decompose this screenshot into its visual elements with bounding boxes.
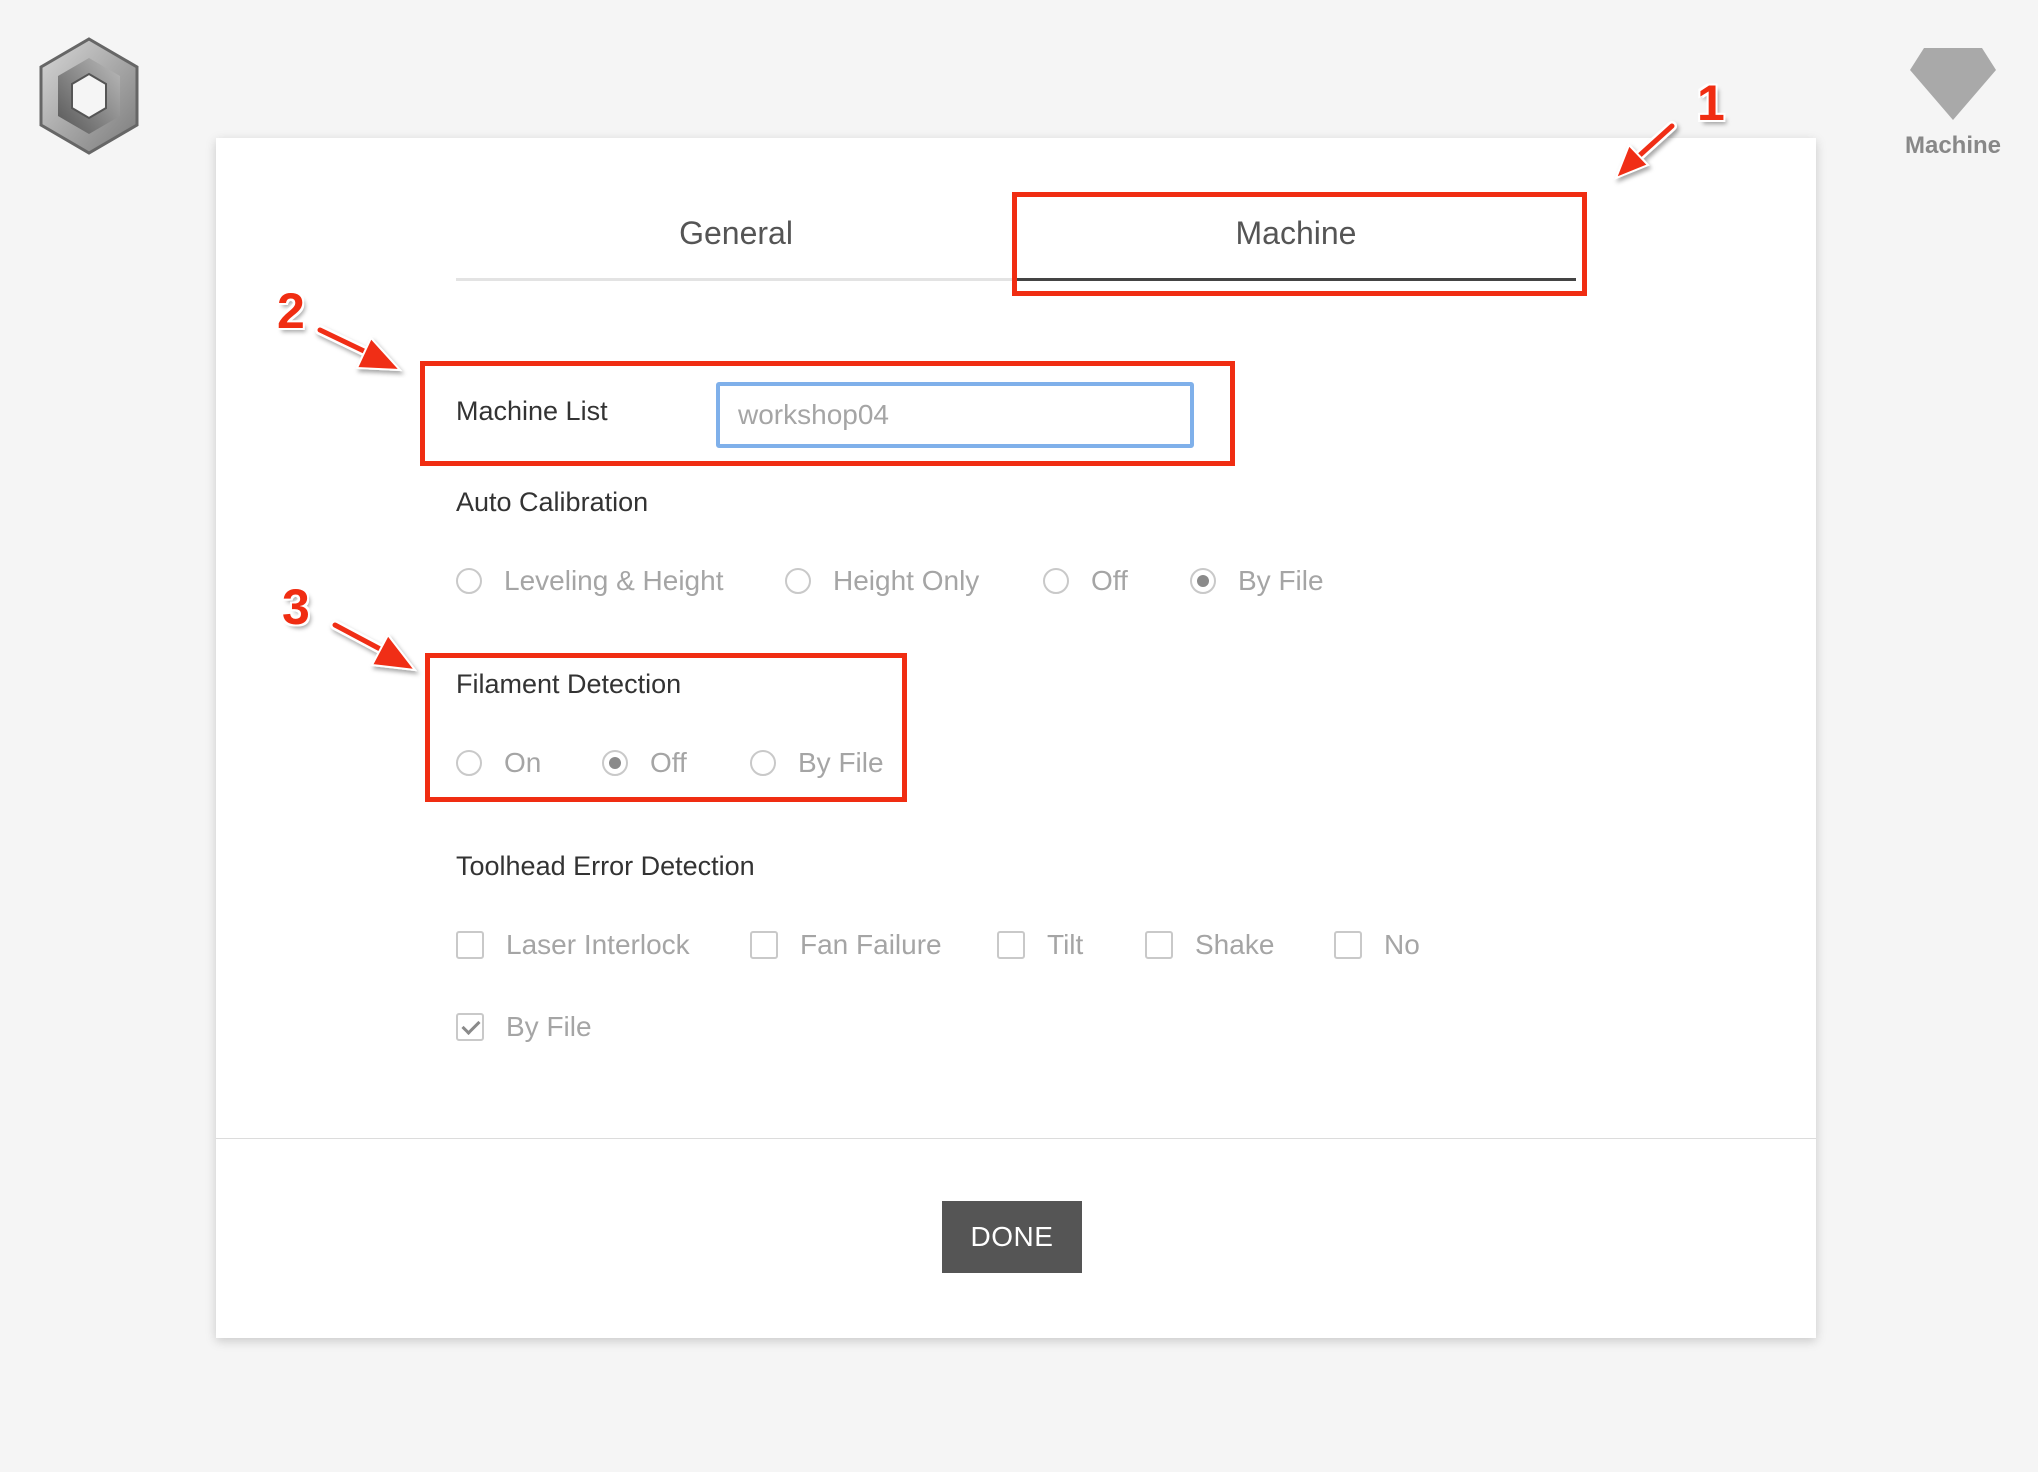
annotation-arrows [315, 121, 1677, 672]
annotation-arrow-2 [315, 325, 403, 372]
annotation-arrow-1 [1614, 121, 1677, 180]
annotation-arrow-3 [330, 620, 418, 672]
